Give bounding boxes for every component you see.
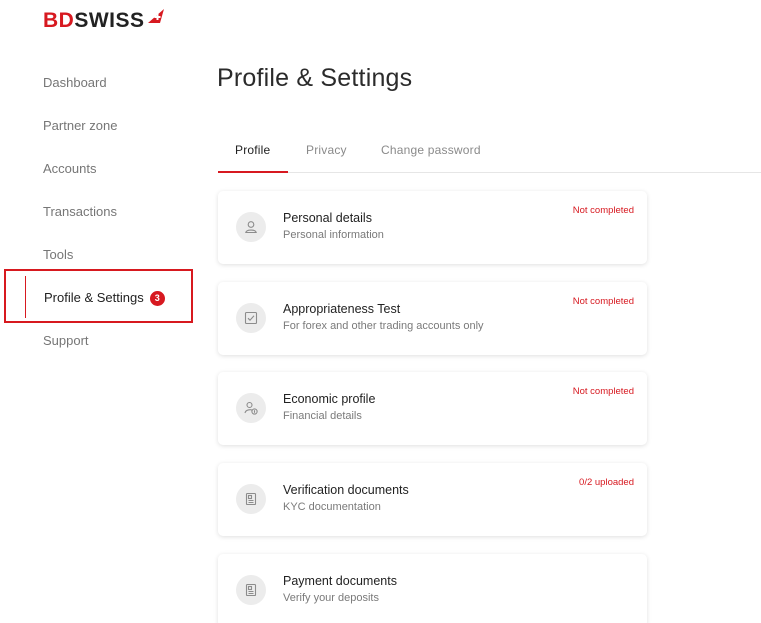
- card-subtitle: Verify your deposits: [283, 592, 379, 604]
- card-appropriateness-test[interactable]: Appropriateness Test For forex and other…: [218, 282, 647, 355]
- card-subtitle: Financial details: [283, 410, 362, 422]
- user-icon: [236, 212, 266, 242]
- active-tab-underline: [218, 171, 288, 173]
- logo-text-bd: BD: [43, 9, 75, 32]
- status-badge: Not completed: [572, 205, 634, 216]
- status-badge: 0/2 uploaded: [579, 477, 634, 488]
- sidebar-item-support[interactable]: Support: [43, 333, 89, 348]
- notification-badge: 3: [149, 291, 165, 306]
- sidebar-item-profile-settings[interactable]: Profile & Settings 3: [44, 290, 165, 306]
- card-payment-documents[interactable]: Payment documents Verify your deposits: [218, 554, 647, 623]
- tab-privacy[interactable]: Privacy: [306, 143, 347, 157]
- logo-cross-icon: [146, 8, 166, 29]
- checkbox-icon: [236, 303, 266, 333]
- card-title: Payment documents: [283, 574, 397, 588]
- document-icon: [236, 484, 266, 514]
- sidebar-item-accounts[interactable]: Accounts: [43, 161, 96, 176]
- active-item-indicator: [25, 276, 26, 318]
- tab-profile[interactable]: Profile: [235, 143, 270, 157]
- card-title: Economic profile: [283, 392, 376, 406]
- card-title: Appropriateness Test: [283, 302, 401, 316]
- card-subtitle: Personal information: [283, 229, 384, 241]
- sidebar-item-tools[interactable]: Tools: [43, 247, 73, 262]
- card-title: Verification documents: [283, 483, 409, 497]
- sidebar-item-label: Profile & Settings: [44, 290, 144, 305]
- profile-tabs: Profile Privacy Change password: [218, 130, 761, 173]
- card-verification-documents[interactable]: Verification documents KYC documentation…: [218, 463, 647, 536]
- card-subtitle: KYC documentation: [283, 501, 381, 513]
- card-economic-profile[interactable]: Economic profile Financial details Not c…: [218, 372, 647, 445]
- tab-change-password[interactable]: Change password: [381, 143, 481, 157]
- logo-text-swiss: SWISS: [74, 9, 145, 32]
- status-badge: Not completed: [572, 296, 634, 307]
- sidebar-item-partner-zone[interactable]: Partner zone: [43, 118, 117, 133]
- document-icon: [236, 575, 266, 605]
- card-title: Personal details: [283, 211, 372, 225]
- brand-logo[interactable]: BD SWISS: [43, 8, 166, 33]
- sidebar-item-dashboard[interactable]: Dashboard: [43, 75, 107, 90]
- card-personal-details[interactable]: Personal details Personal information No…: [218, 191, 647, 264]
- card-subtitle: For forex and other trading accounts onl…: [283, 320, 484, 332]
- sidebar-item-transactions[interactable]: Transactions: [43, 204, 117, 219]
- user-money-icon: [236, 393, 266, 423]
- status-badge: Not completed: [572, 386, 634, 397]
- page-title: Profile & Settings: [217, 64, 413, 92]
